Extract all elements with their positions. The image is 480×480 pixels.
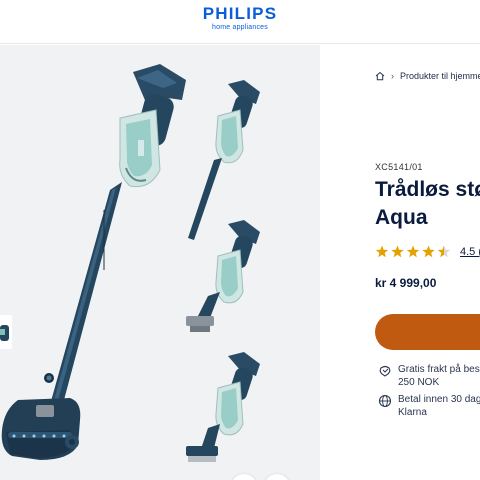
thumbnail-edge[interactable] bbox=[0, 315, 12, 349]
star-icon bbox=[406, 245, 420, 258]
breadcrumb: › Produkter til hjemmet bbox=[375, 71, 480, 81]
usp-line2: 250 NOK bbox=[398, 377, 440, 388]
product-price: kr 4 999,00 bbox=[375, 276, 437, 290]
star-icon bbox=[437, 245, 451, 258]
product-title-line2: Aqua bbox=[375, 206, 428, 229]
star-icon bbox=[375, 245, 389, 258]
usp-free-shipping: Gratis frakt på besti 250 NOK bbox=[378, 363, 480, 389]
philips-logo[interactable]: PHILIPS bbox=[0, 4, 480, 24]
globe-icon bbox=[378, 394, 392, 408]
rating-value[interactable]: 4.5 (1 bbox=[460, 246, 480, 258]
breadcrumb-separator: › bbox=[391, 71, 394, 81]
product-title-line1: Trådløs stø bbox=[375, 178, 480, 201]
product-images bbox=[1, 64, 260, 462]
logo-tagline: home appliances bbox=[212, 24, 268, 31]
add-to-cart-button[interactable]: L bbox=[375, 314, 480, 350]
product-thumbnail-2[interactable] bbox=[186, 220, 260, 332]
product-info: › Produkter til hjemmet XC5141/01 Trådlø… bbox=[320, 45, 480, 480]
home-icon[interactable] bbox=[375, 71, 385, 81]
usp-line1: Gratis frakt på besti bbox=[398, 364, 480, 375]
product-rating[interactable]: 4.5 (1 bbox=[375, 245, 480, 259]
star-icon bbox=[422, 245, 435, 258]
product-thumbnail-1[interactable] bbox=[188, 80, 260, 240]
breadcrumb-item[interactable]: Produkter til hjemmet bbox=[400, 71, 480, 81]
usp-klarna: Betal innen 30 dage Klarna bbox=[378, 393, 480, 419]
product-thumbnail-3[interactable] bbox=[186, 352, 260, 462]
delivery-icon bbox=[379, 365, 391, 377]
star-icon bbox=[391, 245, 404, 258]
main-product-image[interactable] bbox=[1, 64, 186, 460]
product-title: Trådløs stø Aqua bbox=[375, 176, 480, 232]
product-sku: XC5141/01 bbox=[375, 162, 423, 172]
rating-stars bbox=[375, 245, 451, 258]
site-header: PHILIPS home appliances bbox=[0, 0, 480, 44]
usp-line1: Betal innen 30 dage bbox=[398, 394, 480, 405]
product-gallery: ‹ › bbox=[0, 45, 320, 480]
usp-line2: Klarna bbox=[398, 407, 427, 418]
